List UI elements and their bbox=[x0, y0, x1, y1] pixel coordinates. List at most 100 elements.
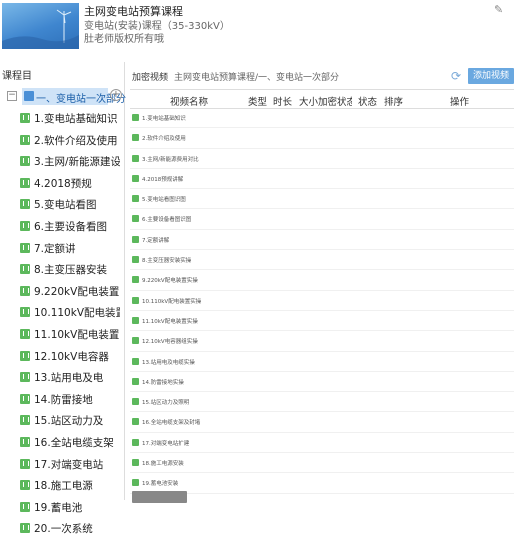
video-icon bbox=[20, 415, 30, 426]
video-name: 3.主网/新能源费用对比 bbox=[142, 156, 199, 163]
video-name: 12.10kV电容器组实操 bbox=[142, 339, 198, 346]
video-name: 9.220kV配电装置实操 bbox=[142, 278, 198, 285]
table-row[interactable]: 19.蓄电池安装 bbox=[130, 473, 514, 494]
video-icon bbox=[20, 523, 30, 534]
table-row[interactable]: 16.全站电缆支架及封堵 bbox=[130, 412, 514, 433]
refresh-icon[interactable]: ⟳ bbox=[451, 70, 464, 83]
video-icon bbox=[20, 436, 30, 447]
tree-item-label: 18.施工电源 bbox=[34, 480, 93, 493]
video-icon bbox=[132, 459, 139, 467]
video-icon bbox=[20, 372, 30, 383]
tree-item[interactable]: 15.站区动力及 bbox=[0, 410, 124, 432]
tree-item-label: 17.对端变电站 bbox=[34, 458, 104, 471]
column-header-name: 视频名称 bbox=[170, 97, 209, 108]
video-icon bbox=[20, 350, 30, 361]
chapter-node[interactable]: − 一、变电站一次部分 + bbox=[4, 88, 126, 106]
table-row[interactable]: 2.软件介绍及使用 bbox=[130, 128, 514, 149]
video-icon bbox=[132, 134, 139, 142]
tree-item-label: 6.主要设备看图 bbox=[34, 220, 108, 233]
video-name: 2.软件介绍及使用 bbox=[142, 136, 186, 143]
tree-item[interactable]: 3.主网/新能源建设 bbox=[0, 151, 124, 173]
table-row[interactable]: 1.变电站基础知识 bbox=[130, 108, 514, 129]
tree-item[interactable]: 12.10kV电容器 bbox=[0, 346, 124, 368]
column-header-actions: 操作 bbox=[450, 97, 470, 108]
video-icon bbox=[132, 276, 139, 284]
video-name: 8.主变压器安装实操 bbox=[142, 258, 192, 265]
course-sidebar: 课程目 − 一、变电站一次部分 + 1.变电站基础知识 2.软件介绍及使用 3.… bbox=[0, 62, 126, 535]
video-icon bbox=[132, 195, 139, 203]
add-video-button[interactable]: 添加视频 bbox=[468, 68, 514, 84]
tree-item[interactable]: 13.站用电及电 bbox=[0, 367, 124, 389]
video-icon bbox=[20, 134, 30, 145]
collapse-icon[interactable]: − bbox=[7, 91, 17, 101]
tree-item[interactable]: 16.全站电缆支架 bbox=[0, 432, 124, 454]
tree-item[interactable]: 18.施工电源 bbox=[0, 475, 124, 497]
breadcrumb-section: 加密视频 bbox=[132, 73, 169, 83]
tree-item[interactable]: 10.110kV配电装置 bbox=[0, 302, 124, 324]
video-icon bbox=[132, 438, 139, 446]
course-header: 主网变电站预算课程 变电站(安装)课程（35-330kV） 肚老师版权所有哦 ✎ bbox=[0, 0, 517, 58]
video-table-body: 1.变电站基础知识 2.软件介绍及使用 3.主网/新能源费用对比 4.2018预… bbox=[130, 108, 514, 494]
video-icon bbox=[20, 307, 30, 318]
table-row[interactable]: 14.防雷接地实操 bbox=[130, 372, 514, 393]
bottom-action-button[interactable] bbox=[132, 491, 187, 503]
add-lesson-icon[interactable]: + bbox=[110, 89, 122, 101]
video-name: 13.站用电及电缆实操 bbox=[142, 359, 195, 366]
tree-item[interactable]: 17.对端变电站 bbox=[0, 454, 124, 476]
tree-item-label: 20.一次系统 bbox=[34, 523, 93, 536]
tree-item[interactable]: 20.一次系统 bbox=[0, 518, 124, 540]
video-icon bbox=[20, 328, 30, 339]
table-row[interactable]: 15.站区动力及照明 bbox=[130, 392, 514, 413]
video-icon bbox=[20, 264, 30, 275]
tree-item-label: 19.蓄电池 bbox=[34, 501, 83, 514]
table-row[interactable]: 3.主网/新能源费用对比 bbox=[130, 149, 514, 169]
video-icon bbox=[20, 501, 30, 512]
video-icon bbox=[132, 154, 139, 162]
table-row[interactable]: 9.220kV配电装置实操 bbox=[130, 270, 514, 291]
video-name: 16.全站电缆支架及封堵 bbox=[142, 420, 201, 427]
tree-item[interactable]: 7.定额讲 bbox=[0, 238, 124, 260]
tree-item-label: 11.10kV配电装置 bbox=[34, 328, 120, 341]
tree-item[interactable]: 8.主变压器安装 bbox=[0, 259, 124, 281]
video-icon bbox=[20, 220, 30, 231]
video-name: 15.站区动力及照明 bbox=[142, 400, 190, 407]
tree-item-label: 1.变电站基础知识 bbox=[34, 113, 118, 125]
video-icon bbox=[20, 480, 30, 491]
video-name: 7.定额讲解 bbox=[142, 237, 170, 244]
video-name: 5.变电站看图识图 bbox=[142, 197, 186, 204]
video-icon bbox=[20, 177, 30, 188]
video-icon bbox=[132, 296, 139, 304]
tree-item[interactable]: 4.2018预规 bbox=[0, 173, 124, 195]
table-row[interactable]: 5.变电站看图识图 bbox=[130, 189, 514, 210]
video-name: 14.防雷接地实操 bbox=[142, 379, 184, 386]
table-row[interactable]: 10.110kV配电装置实操 bbox=[130, 291, 514, 311]
table-row[interactable]: 8.主变压器安装实操 bbox=[130, 250, 514, 271]
lesson-tree: 1.变电站基础知识 2.软件介绍及使用 3.主网/新能源建设 4.2018预规 … bbox=[0, 108, 124, 540]
tree-item-label: 8.主变压器安装 bbox=[34, 264, 108, 277]
video-icon bbox=[132, 357, 139, 365]
table-row[interactable]: 11.10kV配电装置实操 bbox=[130, 311, 514, 332]
tree-item[interactable]: 1.变电站基础知识 bbox=[0, 108, 124, 130]
tree-item[interactable]: 6.主要设备看图 bbox=[0, 216, 124, 238]
course-copyright: 肚老师版权所有哦 bbox=[84, 34, 164, 45]
tree-item-label: 2.软件介绍及使用 bbox=[34, 134, 118, 147]
table-row[interactable]: 4.2018预规讲解 bbox=[130, 169, 514, 190]
tree-item[interactable]: 9.220kV配电装置 bbox=[0, 281, 124, 303]
tree-item[interactable]: 14.防雷接地 bbox=[0, 389, 124, 411]
table-row[interactable]: 13.站用电及电缆实操 bbox=[130, 352, 514, 372]
table-row[interactable]: 6.主要设备看图识图 bbox=[130, 209, 514, 230]
tree-item[interactable]: 2.软件介绍及使用 bbox=[0, 130, 124, 152]
table-row[interactable]: 18.施工电源安装 bbox=[130, 453, 514, 474]
table-row[interactable]: 17.对端变电站扩建 bbox=[130, 433, 514, 454]
table-row[interactable]: 7.定额讲解 bbox=[130, 230, 514, 251]
tree-item[interactable]: 5.变电站看图 bbox=[0, 194, 124, 216]
edit-icon[interactable]: ✎ bbox=[494, 3, 506, 16]
video-name: 19.蓄电池安装 bbox=[142, 481, 179, 488]
video-icon bbox=[20, 285, 30, 296]
tree-item[interactable]: 11.10kV配电装置 bbox=[0, 324, 124, 346]
table-row[interactable]: 12.10kV电容器组实操 bbox=[130, 331, 514, 352]
video-name: 11.10kV配电装置实操 bbox=[142, 318, 198, 325]
column-header-order: 排序 bbox=[384, 97, 404, 108]
video-icon bbox=[132, 479, 139, 487]
column-header-duration: 时长 bbox=[273, 97, 293, 108]
